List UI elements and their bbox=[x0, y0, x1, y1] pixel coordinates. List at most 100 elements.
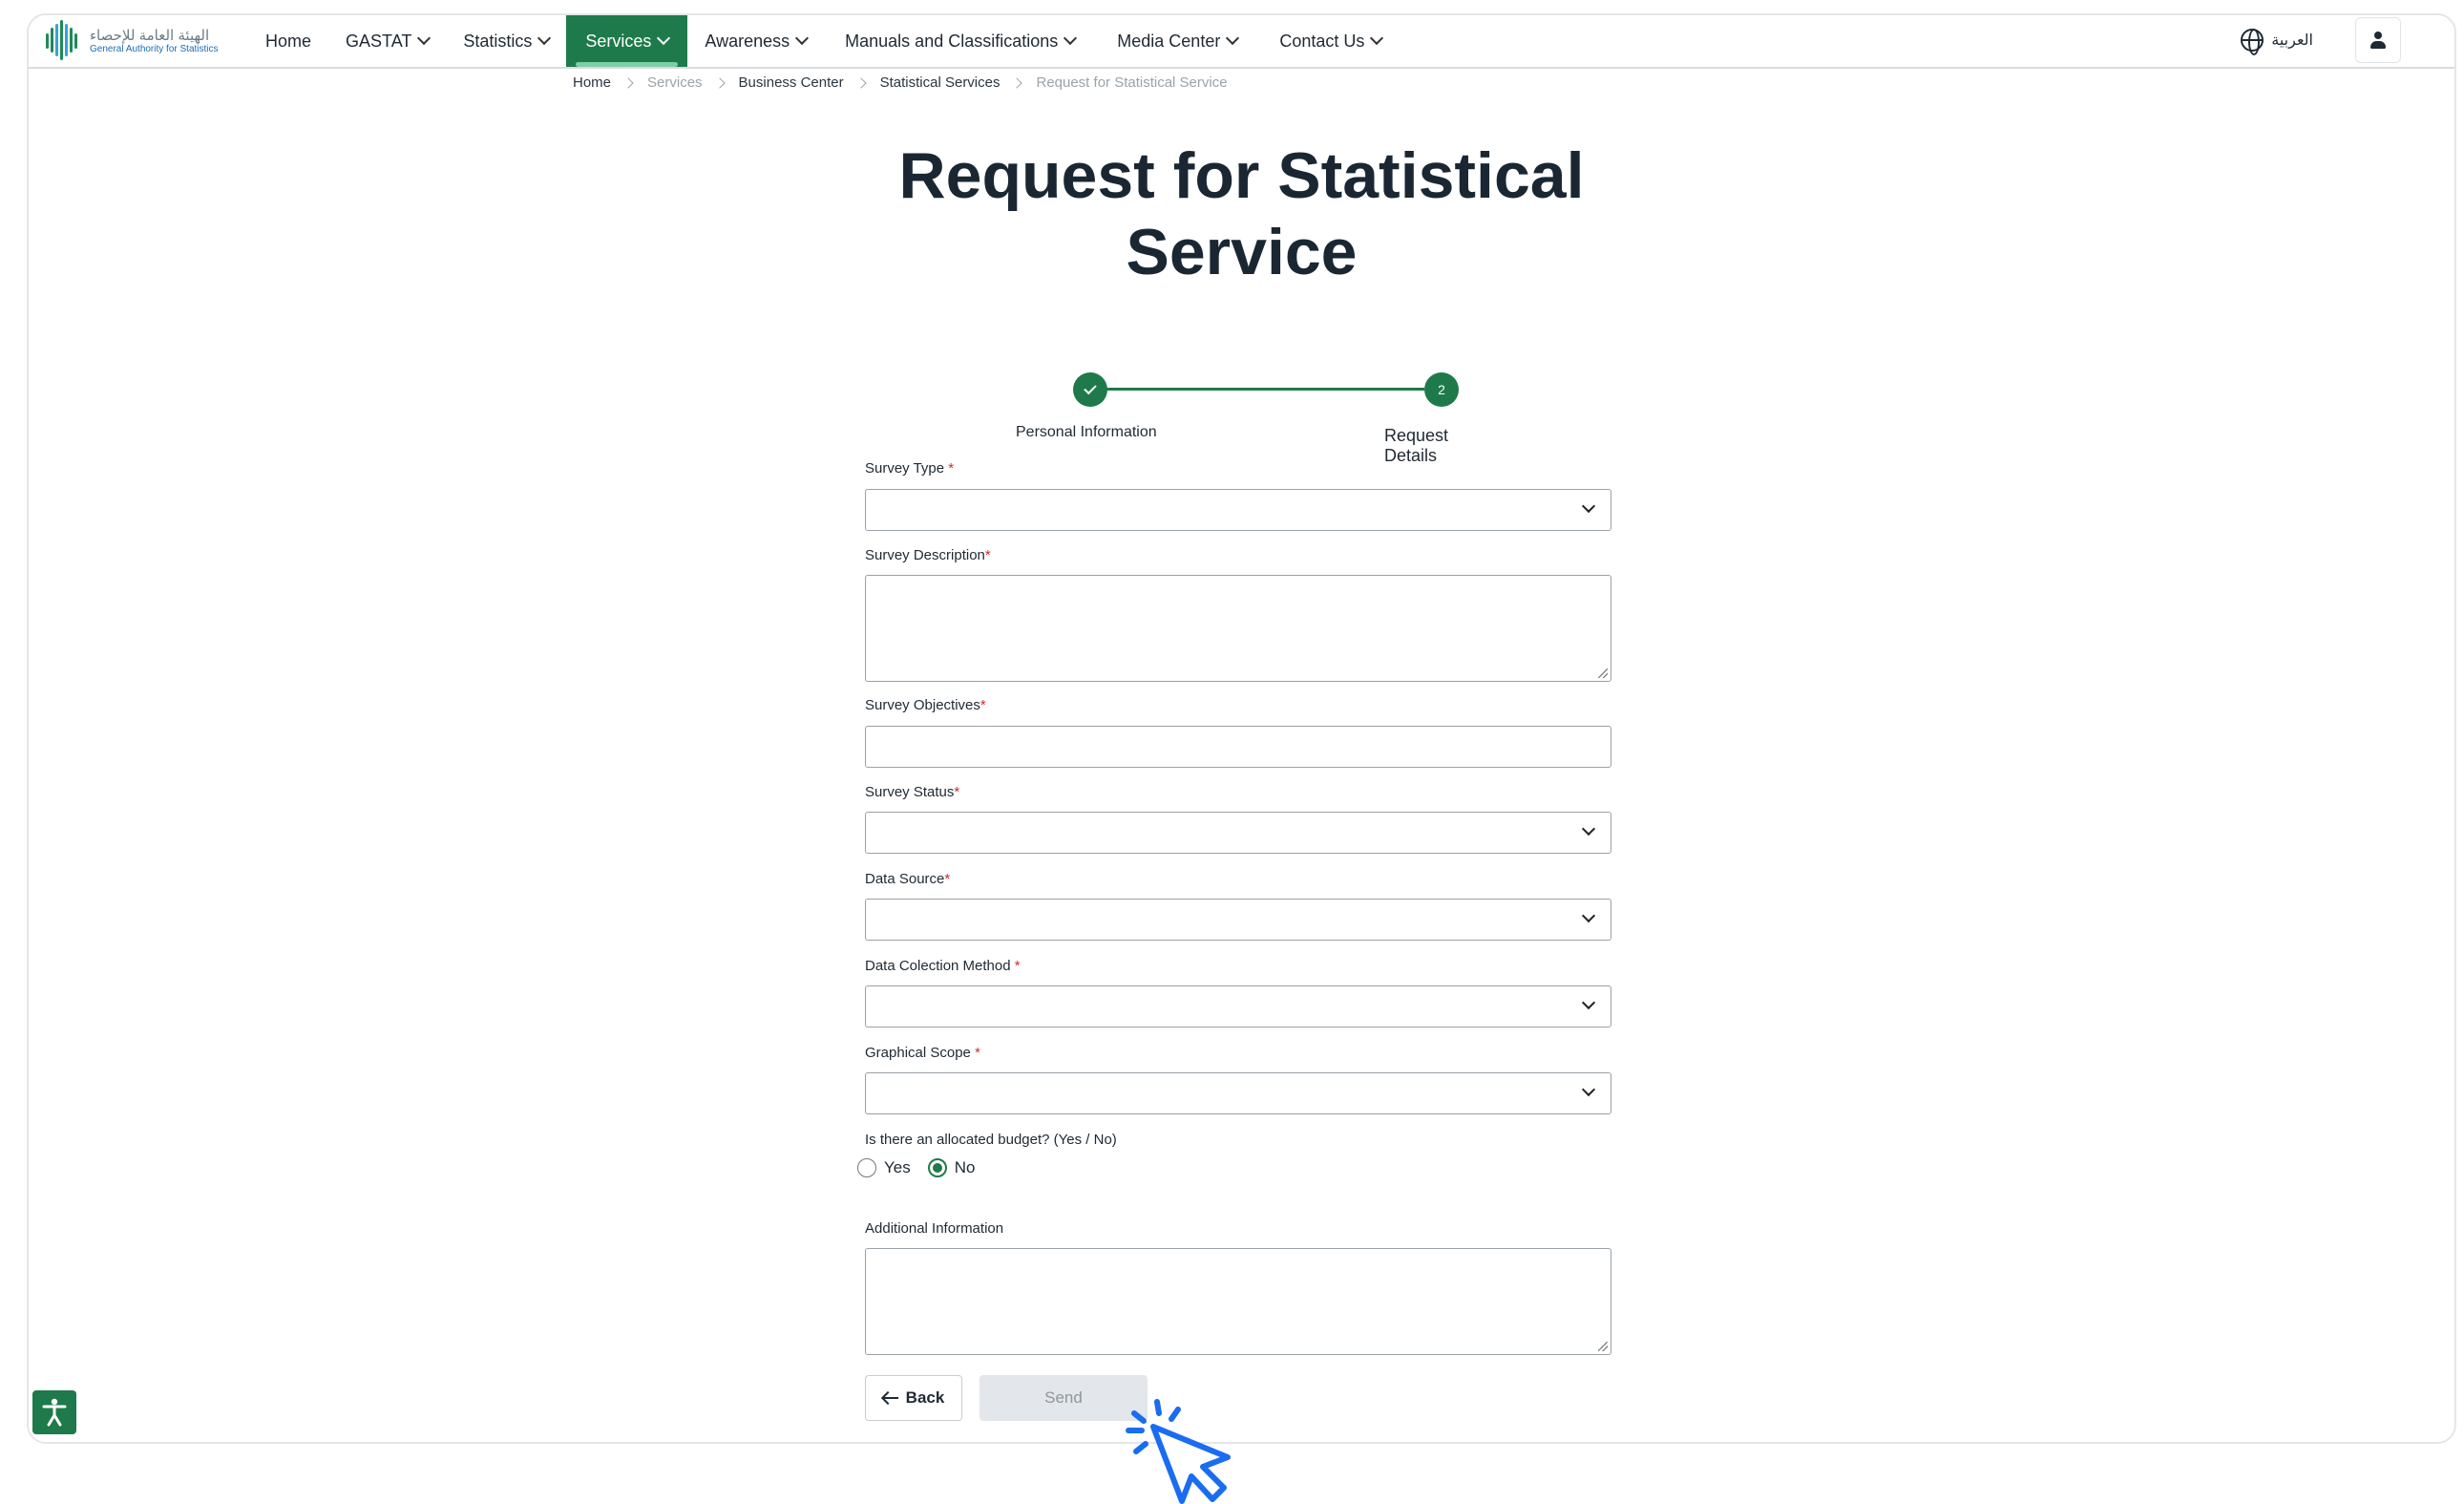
send-button[interactable]: Send bbox=[979, 1375, 1148, 1421]
graphical-scope-select[interactable] bbox=[865, 1072, 1611, 1114]
nav-media-center[interactable]: Media Center bbox=[1096, 15, 1258, 67]
user-icon bbox=[2370, 32, 2386, 49]
step-1-label: Personal Information bbox=[1016, 424, 1157, 440]
nav-home[interactable]: Home bbox=[248, 15, 328, 67]
required-marker: * bbox=[979, 697, 986, 713]
survey-type-label-text: Survey Type bbox=[865, 460, 945, 477]
page-title-line1: Request for Statistical bbox=[898, 139, 1585, 212]
check-icon bbox=[1084, 381, 1097, 395]
budget-no-option[interactable]: No bbox=[927, 1158, 976, 1177]
breadcrumb-business-center[interactable]: Business Center bbox=[739, 74, 844, 91]
nav-contact-us[interactable]: Contact Us bbox=[1258, 15, 1402, 67]
top-navbar: الهيئة العامة للإحصاء General Authority … bbox=[29, 15, 2454, 69]
required-marker: * bbox=[948, 460, 955, 477]
user-account-button[interactable] bbox=[2355, 17, 2401, 63]
step-1-complete bbox=[1073, 372, 1107, 407]
nav-awareness-label: Awareness bbox=[705, 31, 790, 51]
step-2-current: 2 bbox=[1424, 372, 1459, 407]
accessibility-icon bbox=[42, 1398, 67, 1427]
required-marker: * bbox=[954, 784, 960, 800]
required-marker: * bbox=[1014, 958, 1021, 974]
chevron-down-icon bbox=[1581, 821, 1596, 837]
back-button-label: Back bbox=[905, 1388, 945, 1407]
chevron-right-icon bbox=[713, 76, 726, 89]
chevron-right-icon bbox=[1011, 76, 1023, 89]
additional-information-textarea[interactable] bbox=[865, 1248, 1611, 1355]
required-marker: * bbox=[944, 871, 951, 887]
chevron-down-icon bbox=[1226, 31, 1240, 46]
survey-description-label-text: Survey Description bbox=[865, 547, 985, 563]
breadcrumb-services[interactable]: Services bbox=[647, 74, 703, 91]
nav-gastat[interactable]: GASTAT bbox=[328, 15, 446, 67]
survey-type-label: Survey Type * bbox=[865, 460, 954, 477]
chevron-down-icon bbox=[1581, 908, 1596, 923]
survey-objectives-label: Survey Objectives* bbox=[865, 697, 986, 713]
data-collection-method-label-text: Data Colection Method bbox=[865, 958, 1011, 974]
chevron-down-icon bbox=[537, 31, 552, 46]
breadcrumb: Home Services Business Center Statistica… bbox=[573, 74, 1228, 91]
graphical-scope-label-text: Graphical Scope bbox=[865, 1045, 971, 1061]
resize-handle-icon[interactable] bbox=[1598, 1342, 1608, 1351]
survey-description-label: Survey Description* bbox=[865, 547, 991, 563]
data-collection-method-label: Data Colection Method * bbox=[865, 958, 1021, 974]
survey-status-label-text: Survey Status bbox=[865, 784, 955, 800]
budget-radio-group: Yes No bbox=[857, 1158, 984, 1177]
nav-statistics-label: Statistics bbox=[463, 31, 533, 51]
breadcrumb-statistical-services[interactable]: Statistical Services bbox=[880, 74, 1000, 91]
logo-mark-icon bbox=[44, 20, 82, 62]
data-source-label: Data Source* bbox=[865, 871, 950, 887]
accessibility-button[interactable] bbox=[32, 1390, 76, 1434]
data-source-label-text: Data Source bbox=[865, 871, 945, 887]
nav-gastat-label: GASTAT bbox=[346, 31, 412, 51]
required-marker: * bbox=[984, 547, 991, 563]
additional-information-label: Additional Information bbox=[865, 1220, 1004, 1237]
survey-status-label: Survey Status* bbox=[865, 784, 959, 800]
graphical-scope-label: Graphical Scope * bbox=[865, 1045, 980, 1061]
nav-manuals[interactable]: Manuals and Classifications bbox=[824, 15, 1096, 67]
chevron-right-icon bbox=[622, 76, 634, 89]
budget-yes-label: Yes bbox=[884, 1158, 911, 1176]
budget-yes-option[interactable]: Yes bbox=[857, 1158, 911, 1177]
resize-handle-icon[interactable] bbox=[1598, 668, 1608, 678]
nav-statistics[interactable]: Statistics bbox=[446, 15, 566, 67]
nav-contact-us-label: Contact Us bbox=[1279, 31, 1365, 51]
nav-media-center-label: Media Center bbox=[1117, 31, 1221, 51]
nav-services[interactable]: Services bbox=[566, 15, 688, 67]
nav-home-label: Home bbox=[265, 31, 312, 51]
logo-english-text: General Authority for Statistics bbox=[90, 43, 219, 54]
chevron-down-icon bbox=[1370, 31, 1384, 46]
budget-no-radio[interactable] bbox=[927, 1158, 947, 1177]
language-switch[interactable]: العربية bbox=[2241, 29, 2313, 55]
survey-objectives-input[interactable] bbox=[865, 726, 1611, 768]
page-title-line2: Service bbox=[1126, 216, 1358, 288]
survey-type-select[interactable] bbox=[865, 489, 1611, 531]
nav-services-label: Services bbox=[585, 31, 652, 51]
step-2-number: 2 bbox=[1438, 382, 1445, 397]
stepper-connector bbox=[1090, 388, 1424, 391]
gastat-logo[interactable]: الهيئة العامة للإحصاء General Authority … bbox=[44, 17, 225, 65]
chevron-down-icon bbox=[1581, 498, 1596, 514]
data-collection-method-select[interactable] bbox=[865, 985, 1611, 1027]
survey-status-select[interactable] bbox=[865, 812, 1611, 854]
chevron-right-icon bbox=[854, 76, 867, 89]
breadcrumb-current: Request for Statistical Service bbox=[1036, 74, 1228, 91]
chevron-down-icon bbox=[417, 31, 432, 46]
budget-question-label: Is there an allocated budget? (Yes / No) bbox=[865, 1132, 1117, 1148]
step-2-label: Request Details bbox=[1384, 426, 1449, 465]
survey-objectives-label-text: Survey Objectives bbox=[865, 697, 980, 713]
chevron-down-icon bbox=[795, 31, 810, 46]
survey-description-textarea[interactable] bbox=[865, 575, 1611, 682]
language-label: العربية bbox=[2271, 32, 2313, 49]
budget-yes-radio[interactable] bbox=[857, 1158, 876, 1177]
budget-no-label: No bbox=[954, 1158, 976, 1176]
arrow-left-icon bbox=[882, 1397, 898, 1399]
globe-icon bbox=[2241, 29, 2264, 55]
required-marker: * bbox=[975, 1045, 980, 1061]
breadcrumb-home[interactable]: Home bbox=[573, 74, 611, 91]
nav-awareness[interactable]: Awareness bbox=[687, 15, 824, 67]
data-source-select[interactable] bbox=[865, 899, 1611, 941]
pointer-cursor-icon bbox=[1126, 1399, 1231, 1504]
back-button[interactable]: Back bbox=[865, 1375, 962, 1421]
browser-frame: الهيئة العامة للإحصاء General Authority … bbox=[27, 13, 2456, 1444]
chevron-down-icon bbox=[1581, 995, 1596, 1010]
